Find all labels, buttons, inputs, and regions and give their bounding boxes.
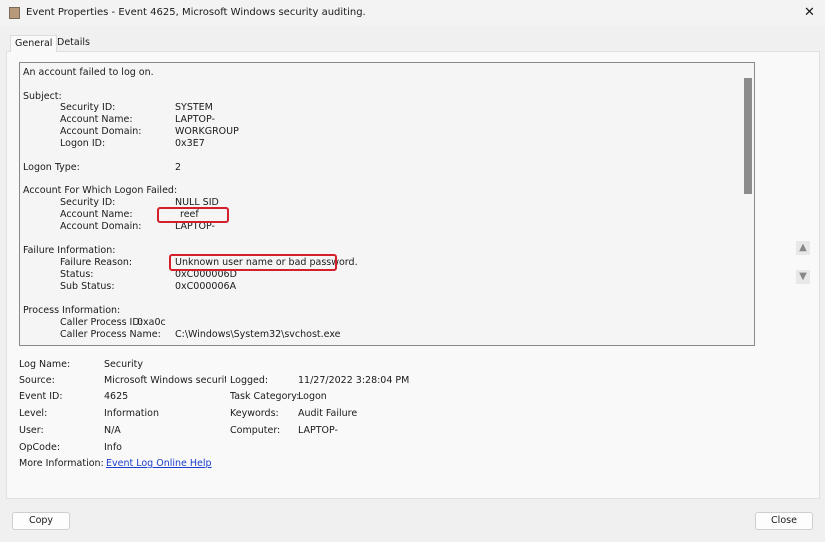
description-heading: Failure Information: [23, 245, 116, 256]
task-category-value: Logon [298, 391, 327, 402]
description-label: Account Name: [60, 209, 133, 220]
description-label: Sub Status: [60, 281, 115, 292]
event-id-label: Event ID: [19, 391, 63, 402]
source-label: Source: [19, 375, 55, 386]
opcode-label: OpCode: [19, 442, 61, 453]
highlight-account-name [157, 207, 229, 223]
description-label: Failure Reason: [60, 257, 133, 268]
arrow-up-icon[interactable]: ▲ [796, 241, 810, 255]
task-category-label: Task Category: [230, 391, 300, 402]
log-name-value: Security [104, 359, 144, 370]
tab-general[interactable]: General [10, 35, 58, 52]
log-name-label: Log Name: [19, 359, 71, 370]
more-info-label: More Information: [19, 458, 104, 469]
opcode-value: Info [104, 442, 122, 453]
description-label: Status: [60, 269, 94, 280]
close-button[interactable]: Close [755, 512, 813, 530]
description-heading: Subject: [23, 91, 62, 102]
arrow-down-icon[interactable]: ▼ [796, 270, 810, 284]
keywords-value: Audit Failure [298, 408, 358, 419]
computer-label: Computer: [230, 425, 281, 436]
description-value: WORKGROUP [175, 126, 239, 137]
highlight-failure-reason [169, 254, 337, 271]
description-label: Security ID: [60, 197, 116, 208]
description-value: 0xa0c [137, 317, 166, 328]
description-label: Caller Process ID: [60, 317, 143, 328]
user-label: User: [19, 425, 44, 436]
description-heading: An account failed to log on. [23, 67, 154, 78]
description-value: 2 [175, 162, 182, 173]
title-bar: Event Properties - Event 4625, Microsoft… [0, 0, 825, 26]
window-title: Event Properties - Event 4625, Microsoft… [26, 7, 366, 18]
description-heading: Process Information: [23, 305, 121, 316]
description-value: SYSTEM [175, 102, 213, 113]
description-value: 0x3E7 [175, 138, 205, 149]
scrollbar-thumb[interactable] [744, 78, 752, 194]
event-log-online-help-link[interactable]: Event Log Online Help [106, 458, 212, 469]
user-value: N/A [104, 425, 121, 436]
description-label: Logon ID: [60, 138, 106, 149]
description-label: Logon Type: [23, 162, 80, 173]
event-viewer-icon [9, 7, 20, 19]
copy-button[interactable]: Copy [12, 512, 70, 530]
description-label: Account Domain: [60, 126, 142, 137]
event-id-value: 4625 [104, 391, 129, 402]
description-label: Security ID: [60, 102, 116, 113]
description-label: Caller Process Name: [60, 329, 161, 340]
computer-value: LAPTOP- [298, 425, 338, 436]
description-label: Account Domain: [60, 221, 142, 232]
description-value: C:\Windows\System32\svchost.exe [175, 329, 341, 340]
logged-label: Logged: [230, 375, 269, 386]
source-value: Microsoft Windows security : [104, 375, 226, 386]
tab-details[interactable]: Details [53, 35, 94, 51]
close-icon[interactable]: ✕ [804, 5, 815, 20]
keywords-label: Keywords: [230, 408, 279, 419]
description-label: Account Name: [60, 114, 133, 125]
level-value: Information [104, 408, 159, 419]
level-label: Level: [19, 408, 48, 419]
event-description[interactable]: An account failed to log on. Subject: Secu… [19, 62, 755, 346]
description-value: 0xC000006A [175, 281, 237, 292]
description-value: LAPTOP- [175, 114, 215, 125]
logged-value: 11/27/2022 3:28:04 PM [298, 375, 410, 386]
description-heading: Account For Which Logon Failed: [23, 185, 178, 196]
